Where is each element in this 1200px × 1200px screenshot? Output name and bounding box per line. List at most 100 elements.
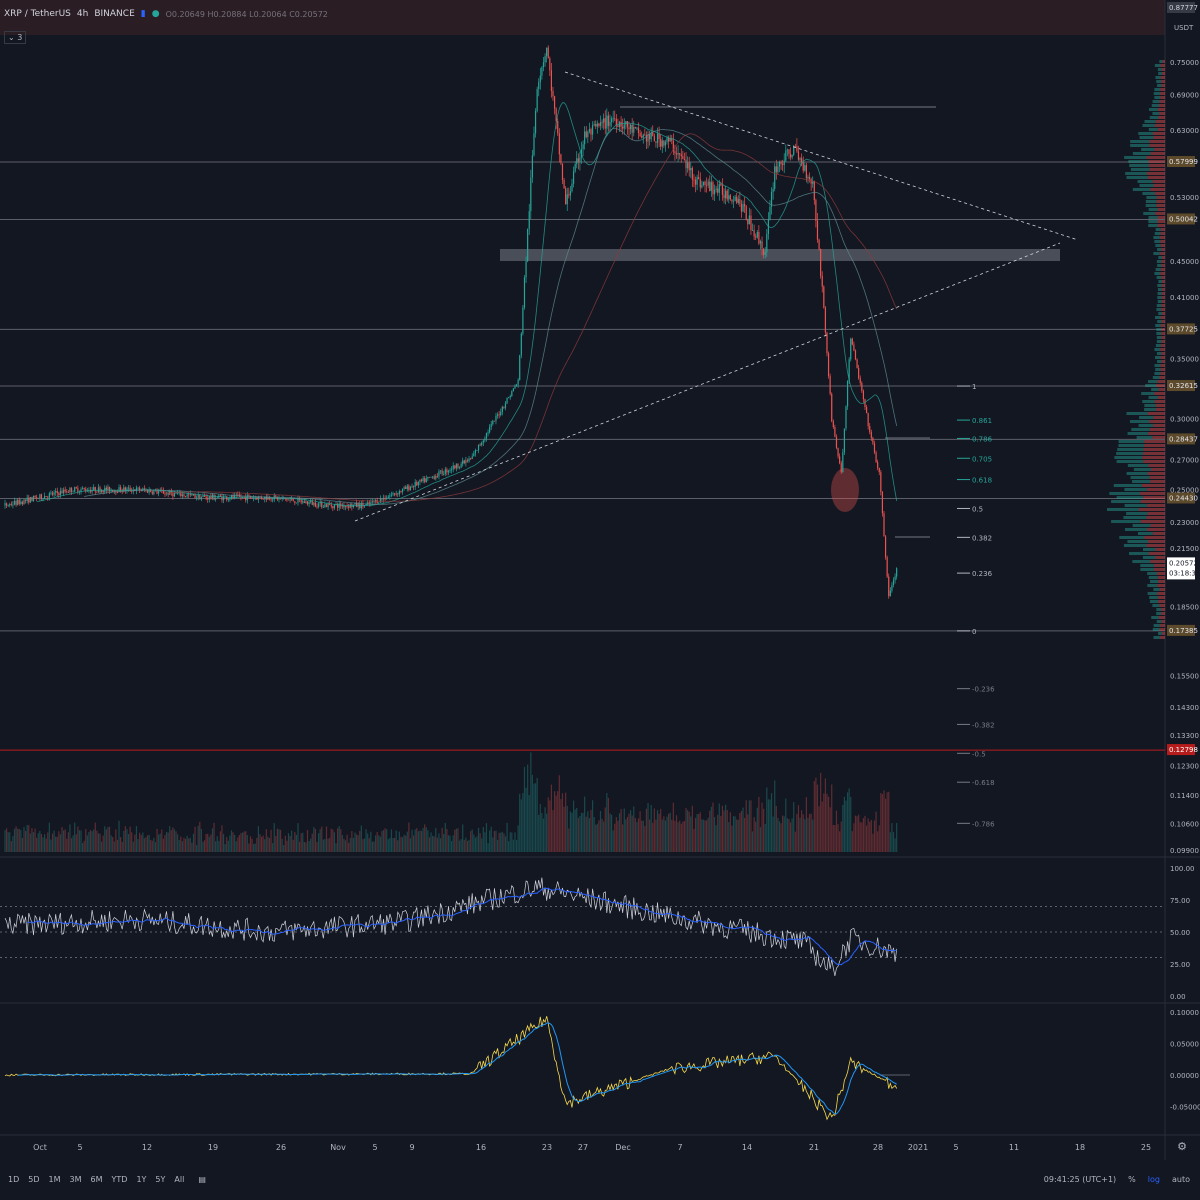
volume-bar [335,843,337,852]
candle-body [568,194,570,196]
timeframe-button[interactable]: 1D [8,1175,19,1184]
candle-body [213,494,215,500]
volume-bar [669,812,671,852]
timeframe-button[interactable]: 3M [70,1175,82,1184]
timeframe-button[interactable]: 1M [49,1175,61,1184]
volume-profile-bar [1157,108,1165,111]
candle-body [824,307,826,333]
volume-bar [683,820,686,852]
volume-bar [883,790,885,852]
candle-body [26,497,28,501]
timeframe-button[interactable]: All [174,1175,184,1184]
volume-profile-bar [1152,112,1160,115]
volume-bar [256,837,258,852]
candle-body [810,179,812,184]
percent-toggle[interactable]: % [1128,1175,1136,1184]
candle-body [617,125,619,128]
macd-axis-label: 0.00000 [1170,1072,1199,1080]
volume-bar [36,837,38,852]
volume-profile-bar [1157,592,1165,595]
volume-profile-bar [1161,84,1165,87]
volume-profile-bar [1156,336,1162,339]
volume-bar [861,822,863,852]
candle-body [675,153,678,155]
candle-body [780,161,782,164]
candle-body [816,220,819,240]
volume-profile-bar [1158,312,1162,315]
candle-body [394,493,396,495]
volume-bar [770,793,773,852]
volume-bar [479,833,481,852]
timeframe-button[interactable]: 5Y [155,1175,165,1184]
volume-bar [433,836,435,852]
candle-body [303,501,305,503]
interval-label[interactable]: 4h [77,9,88,19]
candle-body [473,453,475,457]
chart-canvas[interactable]: 0.75000 0.69000 0.63000 0.53000 0.45000 0.410… [0,0,1200,1200]
volume-bar [542,818,545,852]
indicator-toggle[interactable]: ⌄ 3 [4,31,27,44]
time-axis-label: 7 [677,1143,682,1152]
volume-bar [259,834,261,852]
candle-body [428,476,431,478]
volume-profile-bar [1155,268,1161,271]
volume-bar [622,824,624,852]
timeframe-button[interactable]: 5D [28,1175,39,1184]
volume-profile-bar [1161,304,1165,307]
volume-bar [523,767,526,852]
volume-bar [495,830,497,852]
timeframe-button[interactable]: YTD [112,1175,128,1184]
candle-body [601,122,603,124]
volume-bar [240,833,242,852]
candle-body [83,488,85,489]
symbol-label[interactable]: XRP / TetherUS [4,9,71,19]
candle-body [397,493,399,495]
volume-bar [739,812,741,852]
volume-profile-bar [1156,340,1162,343]
volume-bar [875,811,877,852]
candle-body [194,494,196,498]
candle-body [492,420,494,425]
volume-bar [601,818,603,852]
volume-profile-bar [1129,552,1149,555]
volume-bar [20,829,22,852]
candle-body [614,118,616,120]
volume-profile-bar [1143,452,1165,455]
candle-body [786,149,788,151]
fib-level-label: 0.705 [972,455,992,463]
volume-bar [446,829,448,852]
price-tag-label: 0.12798 [1169,746,1198,754]
volume-profile-bar [1154,348,1161,351]
volume-profile-bar [1156,332,1162,335]
volume-bar [317,833,320,852]
candle-body [94,487,96,492]
volume-bar [200,829,202,852]
auto-toggle[interactable]: auto [1172,1175,1190,1184]
log-toggle[interactable]: log [1148,1175,1160,1184]
volume-bar [637,818,640,852]
volume-profile-bar [1118,444,1145,447]
candle-body [683,158,686,161]
candle-body [778,161,781,167]
timeframe-button[interactable]: 1Y [136,1175,146,1184]
volume-bar [422,828,424,852]
volume-profile-bar [1161,632,1165,635]
clock-label[interactable]: 09:41:25 (UTC+1) [1044,1175,1116,1184]
price-tick-label: 0.14300 [1170,704,1199,712]
flag-icon[interactable]: ▮ [141,9,146,19]
volume-bar [416,828,418,852]
volume-profile-bar [1141,148,1155,151]
price-tick-label: 0.53000 [1170,194,1199,202]
candle-body [785,150,787,161]
timeframe-button[interactable]: 6M [91,1175,103,1184]
volume-bar [303,841,305,852]
volume-bar [314,828,317,852]
price-tick-label: 0.45000 [1170,258,1199,266]
volume-profile-bar [1155,556,1165,559]
volume-bar [91,831,93,852]
date-range-icon[interactable]: ▤ [198,1175,206,1184]
volume-bar [196,845,198,852]
volume-bar [864,815,866,852]
candle-body [317,503,320,507]
volume-bar [881,794,884,852]
